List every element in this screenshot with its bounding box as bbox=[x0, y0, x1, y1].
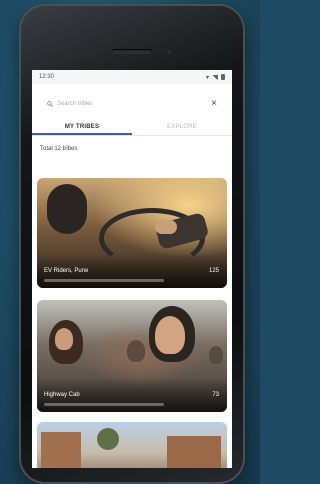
house-image bbox=[41, 432, 81, 468]
driver-face-image bbox=[155, 316, 185, 354]
tribe-card[interactable] bbox=[37, 422, 227, 468]
status-bar: 12:30 ▾ bbox=[32, 70, 232, 84]
driver-hand-image bbox=[155, 220, 177, 234]
tribe-count-label: Total 12 tribes bbox=[40, 146, 78, 152]
search-input[interactable]: Search tribes bbox=[57, 101, 211, 107]
tree-image bbox=[97, 428, 119, 450]
search-icon bbox=[47, 101, 53, 107]
status-time: 12:30 bbox=[39, 74, 55, 80]
speaker-grille bbox=[112, 49, 152, 54]
battery-icon bbox=[221, 74, 225, 80]
close-icon[interactable]: × bbox=[211, 99, 217, 109]
background: 12:30 ▾ Search tribes × MY TRIBES EXPLOR… bbox=[0, 0, 260, 484]
tribe-description-placeholder bbox=[44, 403, 164, 406]
tribe-description-placeholder bbox=[44, 279, 164, 282]
child-image bbox=[127, 340, 145, 362]
signal-icon bbox=[212, 74, 218, 80]
tab-bar: MY TRIBES EXPLORE bbox=[32, 121, 232, 136]
tribe-name: Highway Cab bbox=[44, 392, 80, 398]
status-icons: ▾ bbox=[206, 74, 225, 81]
driver-shoulder-image bbox=[47, 184, 87, 234]
search-bar[interactable]: Search tribes × bbox=[42, 96, 222, 112]
tribe-member-count: 73 bbox=[212, 392, 219, 398]
tribe-name: EV Riders, Pune bbox=[44, 268, 89, 274]
camera-icon bbox=[91, 50, 95, 54]
app-screen: 12:30 ▾ Search tribes × MY TRIBES EXPLOR… bbox=[32, 70, 232, 468]
tab-my-tribes[interactable]: MY TRIBES bbox=[32, 121, 132, 135]
child-image bbox=[209, 346, 223, 364]
tab-explore[interactable]: EXPLORE bbox=[132, 121, 232, 135]
house-image bbox=[167, 436, 221, 468]
wifi-icon: ▾ bbox=[205, 74, 209, 81]
tribe-card[interactable]: Highway Cab 73 bbox=[37, 300, 227, 412]
tribe-card[interactable]: EV Riders, Pune 125 bbox=[37, 178, 227, 288]
sensor-icon bbox=[167, 50, 171, 54]
phone-frame: 12:30 ▾ Search tribes × MY TRIBES EXPLOR… bbox=[19, 4, 245, 484]
tribe-member-count: 125 bbox=[208, 268, 219, 274]
passenger-face-image bbox=[55, 328, 73, 350]
